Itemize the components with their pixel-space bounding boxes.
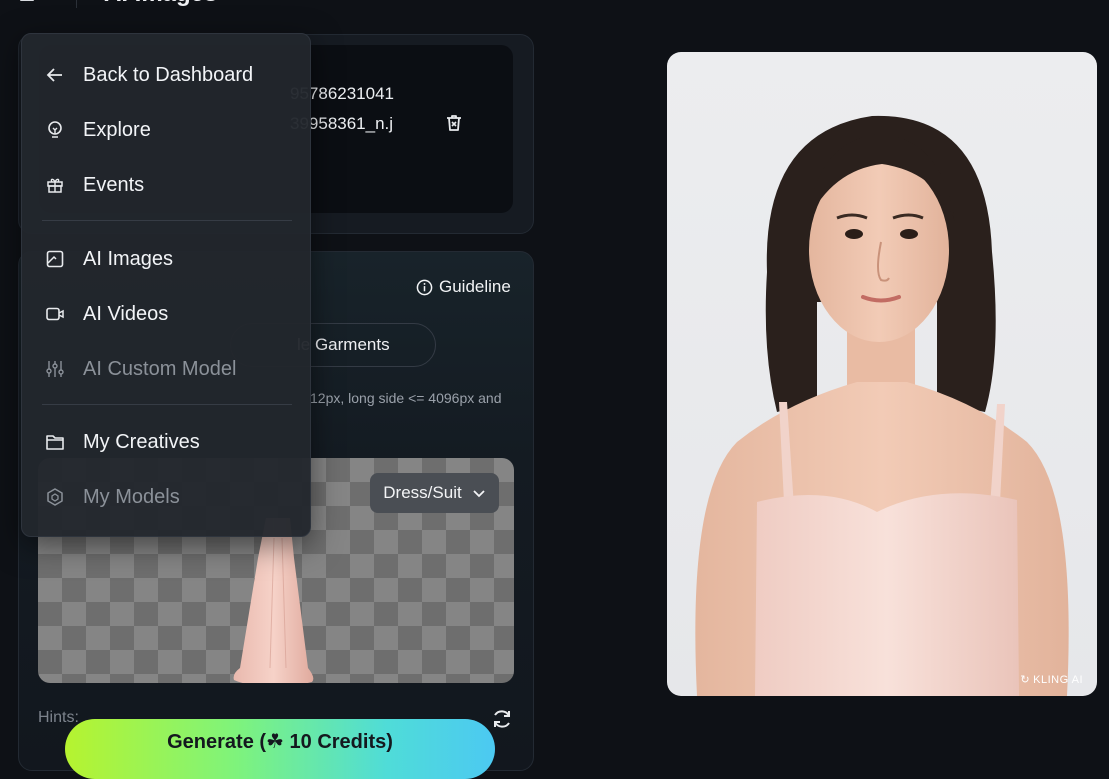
menu-item-label: Back to Dashboard xyxy=(83,63,254,86)
menu-item-back-to-dashboard[interactable]: Back to Dashboard xyxy=(22,55,312,95)
menu-item-label: AI Images xyxy=(83,247,174,270)
top-bar: AI Images xyxy=(0,0,1109,8)
menu-item-explore[interactable]: Explore xyxy=(22,110,312,150)
watermark: ↻ KLING AI xyxy=(1020,673,1083,687)
chevron-down-icon xyxy=(473,490,485,498)
page-title: AI Images xyxy=(104,0,217,8)
image-icon xyxy=(44,248,66,270)
menu-item-ai-images[interactable]: AI Images xyxy=(22,239,312,279)
menu-item-label: My Models xyxy=(83,485,180,508)
gift-icon xyxy=(44,174,66,196)
menu-item-label: Events xyxy=(83,173,145,196)
hexagon-cube-icon xyxy=(44,486,66,508)
lightbulb-icon xyxy=(44,119,66,141)
menu-divider xyxy=(42,404,292,405)
portrait-image xyxy=(695,115,1069,696)
refresh-icon[interactable] xyxy=(490,707,514,731)
menu-item-events[interactable]: Events xyxy=(22,165,312,205)
menu-item-ai-videos[interactable]: AI Videos xyxy=(22,294,312,334)
navigation-menu: Back to Dashboard Explore Events AI Imag… xyxy=(21,33,311,537)
garment-type-label: Dress/Suit xyxy=(383,483,462,502)
video-camera-icon xyxy=(44,303,66,325)
menu-item-label: AI Custom Model xyxy=(83,357,237,380)
menu-item-my-models[interactable]: My Models xyxy=(22,477,312,517)
sliders-icon xyxy=(44,358,66,380)
generate-button[interactable]: Generate (☘ 10 Credits) xyxy=(65,719,495,779)
garment-image xyxy=(233,518,314,683)
guideline-link[interactable]: Guideline xyxy=(416,276,511,298)
image-requirements-note: 12px, long side <= 4096px and xyxy=(310,390,502,406)
hints-label: Hints: xyxy=(38,709,79,726)
menu-item-label: Explore xyxy=(83,118,151,141)
folder-icon xyxy=(44,431,66,453)
menu-item-ai-custom-model[interactable]: AI Custom Model xyxy=(22,349,312,389)
divider xyxy=(76,0,77,8)
guideline-label: Guideline xyxy=(439,277,511,296)
delete-icon[interactable] xyxy=(444,113,464,133)
result-preview-image[interactable]: ↻ KLING AI xyxy=(667,52,1097,696)
kling-logo-icon: ↻ xyxy=(1020,674,1031,686)
arrow-left-icon xyxy=(44,64,66,86)
info-icon xyxy=(416,279,433,295)
menu-item-my-creatives[interactable]: My Creatives xyxy=(22,422,312,462)
menu-toggle-icon[interactable] xyxy=(20,0,42,4)
menu-divider xyxy=(42,220,292,221)
menu-item-label: AI Videos xyxy=(83,302,169,325)
watermark-text: KLING AI xyxy=(1033,673,1083,686)
garment-type-select[interactable]: Dress/Suit xyxy=(370,473,499,513)
menu-item-label: My Creatives xyxy=(83,430,200,453)
